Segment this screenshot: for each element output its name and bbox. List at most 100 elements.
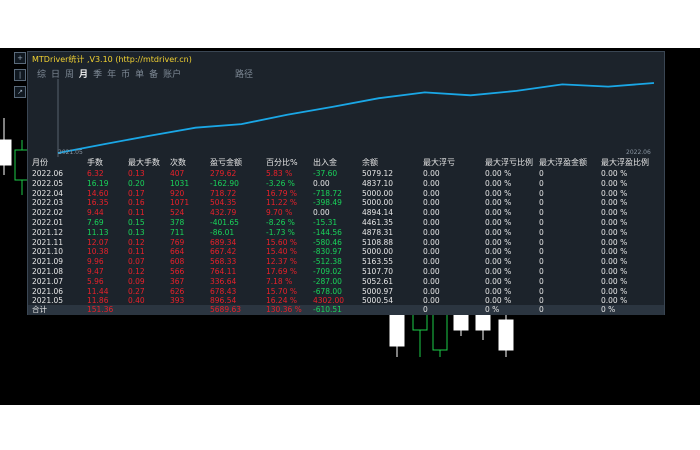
table-row: 2022.04 14.60 0.17 920 718.72 16.79 % -718.72 5… [28, 189, 664, 199]
table-cell: 0 [539, 218, 544, 227]
table-cell: 367 [170, 276, 185, 286]
table-cell: 0.07 [128, 257, 145, 267]
table-cell: 9.47 [87, 267, 104, 276]
table-cell: 524 [170, 208, 185, 218]
table-cell: -830.97 [313, 247, 342, 257]
table-cell: 2022.04 [32, 188, 64, 198]
equity-start-date: 2021.05 [58, 149, 83, 156]
table-cell: 5052.61 [362, 276, 394, 286]
table-cell: 9.70 % [266, 208, 293, 218]
table-cell: 0.00 % [601, 218, 628, 227]
table-cell: 0 [539, 198, 544, 208]
table-cell: 7.69 [87, 218, 104, 227]
table-cell: 689.34 [210, 237, 237, 247]
table-cell: 0.00 % [485, 198, 512, 208]
total-max-float-loss-pct: 0 % [485, 305, 500, 314]
table-cell: 0 [539, 247, 544, 257]
table-cell: 664 [170, 247, 185, 257]
table-cell: 2021.11 [32, 237, 64, 247]
table-cell: 14.60 [87, 188, 109, 198]
table-cell: 0 [539, 257, 544, 267]
table-row: 2021.07 5.96 0.09 367 336.64 7.18 % -287.00 505… [28, 277, 664, 287]
table-cell: 5000.00 [362, 247, 394, 257]
equity-line [57, 82, 655, 154]
table-cell: 0.00 [423, 247, 440, 257]
table-cell: 2022.05 [32, 178, 64, 188]
table-cell: 15.70 % [266, 286, 297, 296]
candle-body [432, 311, 448, 351]
table-cell: 16.35 [87, 198, 109, 208]
column-header: 最大浮盈金额 [539, 158, 587, 167]
table-cell: 626 [170, 286, 185, 296]
table-cell: 0.00 % [601, 198, 628, 208]
table-cell: 0.00 % [601, 257, 628, 267]
column-header: 最大手数 [128, 158, 160, 167]
table-cell: 0.00 % [601, 286, 628, 296]
trendline-icon[interactable]: ↗ [14, 86, 26, 98]
table-cell: -678.00 [313, 286, 342, 296]
table-row: 2021.06 11.44 0.27 626 678.43 15.70 % -678.00 5… [28, 287, 664, 297]
table-cell: 0.00 [423, 198, 440, 208]
candle-body [0, 139, 12, 166]
table-cell: 4461.35 [362, 218, 394, 227]
table-cell: 0.00 % [601, 169, 628, 178]
total-percent: 130.36 % [266, 305, 302, 314]
table-cell: 2021.07 [32, 276, 64, 286]
table-cell: 378 [170, 218, 185, 227]
table-row: 2021.12 11.13 0.13 711 -86.01 -1.73 % -144.56 4… [28, 228, 664, 238]
table-cell: 769 [170, 237, 185, 247]
table-cell: 1031 [170, 178, 190, 188]
total-max-float-profit: 0 [539, 305, 544, 314]
table-cell: 5000.97 [362, 286, 394, 296]
equity-curve-chart [57, 79, 655, 157]
table-cell: 16.19 [87, 178, 109, 188]
table-cell: 12.07 [87, 237, 109, 247]
vertical-line-icon[interactable]: | [14, 69, 26, 81]
total-flow: -610.51 [313, 305, 342, 314]
table-cell: 2022.03 [32, 198, 64, 208]
table-cell: 0.20 [128, 178, 145, 188]
table-row: 2022.03 16.35 0.16 1071 504.35 11.22 % -398.49… [28, 198, 664, 208]
table-cell: -580.46 [313, 237, 342, 247]
table-cell: 711 [170, 227, 185, 237]
table-cell: 0.12 [128, 267, 145, 276]
table-cell: 0.00 % [485, 178, 512, 188]
table-cell: 608 [170, 257, 185, 267]
total-lots: 151.36 [87, 305, 114, 314]
table-cell: 0.00 [423, 218, 440, 227]
table-cell: -162.90 [210, 178, 239, 188]
table-cell: 0.15 [128, 218, 145, 227]
table-cell: 0.00 % [485, 169, 512, 178]
table-cell: 432.79 [210, 208, 237, 218]
table-cell: -709.02 [313, 267, 342, 276]
table-cell: 4837.10 [362, 178, 394, 188]
table-cell: 17.69 % [266, 267, 297, 276]
table-cell: 10.38 [87, 247, 109, 257]
table-cell: 336.64 [210, 276, 237, 286]
column-header: 盈亏金额 [210, 158, 242, 167]
table-cell: 0.00 % [601, 208, 628, 218]
table-cell: 2021.10 [32, 247, 64, 257]
column-header: 最大浮亏比例 [485, 158, 533, 167]
table-cell: -37.60 [313, 169, 338, 178]
column-header: 最大浮亏 [423, 158, 455, 167]
table-cell: 7.18 % [266, 276, 293, 286]
table-cell: 678.43 [210, 286, 237, 296]
table-cell: 4894.14 [362, 208, 394, 218]
crosshair-icon[interactable]: + [14, 52, 26, 64]
table-cell: 6.32 [87, 169, 104, 178]
table-cell: 0.00 [423, 267, 440, 276]
table-cell: 2022.01 [32, 218, 64, 227]
total-max-float-loss: 0 [423, 305, 428, 314]
table-cell: 0.00 % [601, 178, 628, 188]
table-cell: 12.37 % [266, 257, 297, 267]
table-cell: 0.00 % [601, 227, 628, 237]
table-cell: 0.00 [423, 237, 440, 247]
table-cell: 5163.55 [362, 257, 394, 267]
table-cell: 0.00 [423, 208, 440, 218]
table-cell: -718.72 [313, 188, 342, 198]
table-cell: 718.72 [210, 188, 237, 198]
table-cell: -401.65 [210, 218, 239, 227]
table-cell: 0.11 [128, 208, 145, 218]
table-header-row: 月份 手数 最大手数 次数 盈亏金额 百分比% 出入金 余额 最大浮亏 最大浮亏比例 最大浮盈金额 最… [28, 158, 664, 168]
